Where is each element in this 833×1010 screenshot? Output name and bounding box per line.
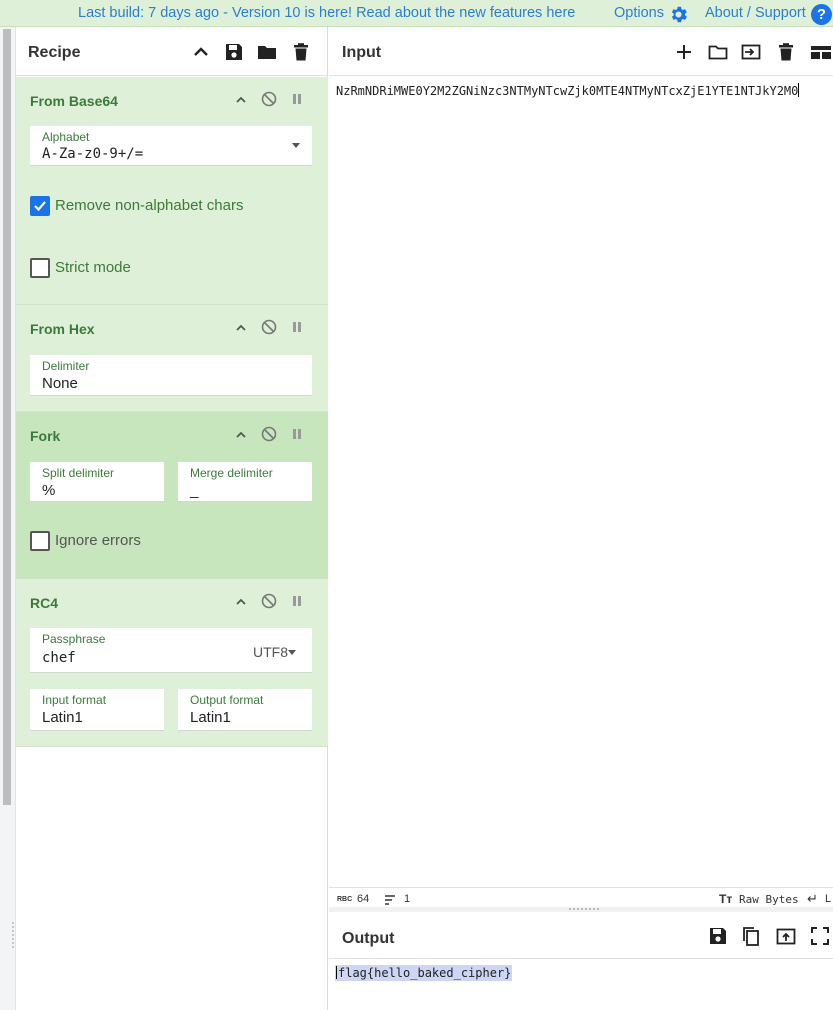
passphrase-encoding-dropdown[interactable]: UTF8	[253, 644, 288, 660]
disable-icon[interactable]	[261, 91, 277, 107]
output-title: Output	[342, 930, 395, 947]
input-format-select[interactable]: Input format Latin1	[30, 689, 164, 731]
disable-icon[interactable]	[261, 319, 277, 335]
collapse-icon[interactable]	[233, 92, 249, 108]
input-panel: Input NzRmNDRiMWE0Y2M2ZGNiNzc3NTMyNTcwZj…	[329, 27, 833, 910]
collapse-icon[interactable]	[233, 427, 249, 443]
input-text: NzRmNDRiMWE0Y2M2ZGNiNzc3NTMyNTcwZjk0MTE4…	[336, 84, 799, 98]
field-label: Split delimiter	[42, 466, 115, 480]
field-value: chef	[42, 650, 76, 666]
save-icon[interactable]	[223, 41, 245, 63]
operation-fork[interactable]: Fork Split delimiter % Merge delimiter _…	[16, 412, 328, 579]
trash-icon[interactable]	[775, 41, 797, 63]
strict-mode-checkbox[interactable]	[30, 258, 50, 278]
input-header: Input	[329, 27, 833, 76]
panel-resize-handle[interactable]	[12, 922, 14, 948]
field-label: Alphabet	[42, 130, 90, 144]
operation-name: From Hex	[30, 321, 95, 337]
pause-icon[interactable]	[289, 593, 305, 609]
remove-non-alphabet-checkbox[interactable]	[30, 196, 50, 216]
field-value: None	[42, 375, 78, 392]
text-cursor	[798, 83, 800, 97]
save-icon[interactable]	[707, 925, 729, 947]
help-icon[interactable]: ?	[811, 4, 832, 25]
copy-icon[interactable]	[740, 925, 762, 947]
recipe-title: Recipe	[28, 44, 81, 61]
field-label: Passphrase	[42, 632, 106, 646]
passphrase-input[interactable]: Passphrase chef UTF8	[30, 628, 312, 673]
operation-name: Fork	[30, 428, 61, 444]
pause-icon[interactable]	[289, 319, 305, 335]
folder-icon[interactable]	[256, 41, 278, 63]
field-value: A-Za-z0-9+/=	[42, 146, 144, 162]
operations-panel-edge	[0, 27, 16, 1010]
remove-non-alphabet-label[interactable]: Remove non-alphabet chars	[55, 197, 243, 214]
trash-icon[interactable]	[290, 41, 312, 63]
operation-name: From Base64	[30, 93, 118, 109]
output-textarea[interactable]: flag{hello_baked_cipher}	[335, 965, 513, 981]
operation-from-hex[interactable]: From Hex Delimiter None	[16, 305, 328, 412]
input-line-count: 1	[404, 893, 411, 905]
field-label: Merge delimiter	[190, 466, 273, 480]
chevron-up-icon[interactable]	[190, 41, 212, 63]
input-textarea[interactable]: NzRmNDRiMWE0Y2M2ZGNiNzc3NTMyNTcwZjk0MTE4…	[336, 83, 800, 98]
about-support-link[interactable]: About / Support	[705, 5, 806, 21]
operation-rc4[interactable]: RC4 Passphrase chef UTF8 Input format La…	[16, 579, 328, 747]
open-folder-icon[interactable]	[707, 41, 729, 63]
operation-from-base64[interactable]: From Base64 Alphabet A-Za-z0-9+/= Remove…	[16, 77, 328, 305]
merge-delimiter-input[interactable]: Merge delimiter _	[178, 462, 312, 502]
gear-icon[interactable]	[668, 4, 689, 25]
collapse-icon[interactable]	[233, 320, 249, 336]
lines-icon	[385, 895, 395, 905]
eol-arrow-icon: ↵	[807, 891, 818, 906]
field-value: %	[42, 482, 56, 499]
field-value: Latin1	[190, 709, 231, 726]
output-panel: Output flag{hello_baked_cipher}	[329, 912, 833, 1010]
output-text: flag{hello_baked_cipher}	[338, 966, 512, 980]
disable-icon[interactable]	[261, 593, 277, 609]
font-size-icon: Tт	[719, 892, 733, 906]
operation-name: RC4	[30, 595, 59, 611]
operations-scrollbar[interactable]	[3, 29, 11, 805]
length-badge: RBC	[337, 896, 353, 903]
chevron-down-icon	[292, 143, 300, 148]
field-value: _	[190, 482, 199, 499]
input-title: Input	[342, 44, 382, 61]
text-cursor	[336, 966, 337, 979]
field-label: Delimiter	[42, 359, 90, 373]
alphabet-select[interactable]: Alphabet A-Za-z0-9+/=	[30, 126, 312, 166]
eol-toggle[interactable]: L	[825, 893, 831, 905]
collapse-icon[interactable]	[233, 594, 249, 610]
split-delimiter-input[interactable]: Split delimiter %	[30, 462, 164, 502]
replace-input-icon[interactable]	[775, 925, 797, 947]
plus-icon[interactable]	[673, 41, 695, 63]
output-header: Output	[329, 912, 833, 959]
disable-icon[interactable]	[261, 426, 277, 442]
maximize-icon[interactable]	[809, 925, 831, 947]
ignore-errors-checkbox[interactable]	[30, 531, 50, 551]
open-file-icon[interactable]	[740, 41, 762, 63]
layout-icon[interactable]	[809, 41, 831, 63]
input-length: 64	[357, 893, 370, 905]
ignore-errors-label[interactable]: Ignore errors	[55, 532, 141, 549]
delimiter-select[interactable]: Delimiter None	[30, 355, 312, 396]
recipe-header: Recipe	[16, 27, 328, 76]
grip-dots	[569, 908, 599, 910]
checkmark-icon	[34, 201, 46, 212]
output-format-select[interactable]: Output format Latin1	[178, 689, 312, 731]
raw-bytes-toggle[interactable]: Raw Bytes	[739, 893, 799, 906]
field-value: Latin1	[42, 709, 83, 726]
version-notice-link[interactable]: Last build: 7 days ago - Version 10 is h…	[78, 5, 575, 21]
chevron-down-icon	[288, 650, 296, 655]
field-label: Input format	[42, 693, 107, 707]
pause-icon[interactable]	[289, 426, 305, 442]
strict-mode-label[interactable]: Strict mode	[55, 259, 131, 276]
recipe-panel: Recipe From Base64 Alphabet A-Za-z0-9+/=…	[16, 27, 328, 1010]
top-banner: Last build: 7 days ago - Version 10 is h…	[0, 0, 833, 27]
options-link[interactable]: Options	[614, 5, 664, 21]
pause-icon[interactable]	[289, 91, 305, 107]
field-label: Output format	[190, 693, 264, 707]
